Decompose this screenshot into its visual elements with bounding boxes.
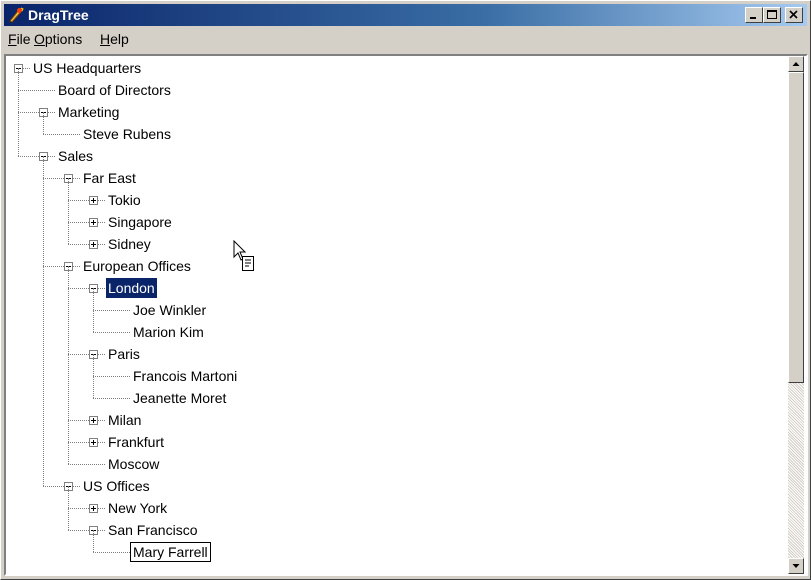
tree-node[interactable]: Sales: [56, 146, 95, 166]
expand-plus-icon[interactable]: [89, 504, 98, 513]
tree-guide-line: [68, 486, 69, 530]
maximize-button[interactable]: [763, 7, 781, 23]
tree-connector: [68, 420, 105, 421]
tree-guide-line: [93, 354, 94, 398]
tree-connector: [93, 398, 130, 399]
tree-node[interactable]: Joe Winkler: [131, 300, 208, 320]
tree-guide-line: [43, 112, 44, 134]
tree-guide-line: [68, 266, 69, 464]
tree-node[interactable]: Frankfurt: [106, 432, 166, 452]
drag-cursor-icon: [233, 240, 254, 271]
tree-connector: [68, 200, 105, 201]
expand-plus-icon[interactable]: [89, 438, 98, 447]
scroll-down-button[interactable]: [788, 558, 804, 574]
tree-node[interactable]: Milan: [106, 410, 143, 430]
expand-plus-icon[interactable]: [89, 196, 98, 205]
tree-connector: [68, 464, 105, 465]
tree-node[interactable]: Steve Rubens: [81, 124, 173, 144]
tree-connector: [93, 552, 130, 553]
title-bar[interactable]: DragTree: [4, 4, 807, 26]
tree-connector: [43, 134, 80, 135]
menu-file[interactable]: File: [8, 31, 31, 47]
tree-guide-line: [18, 68, 19, 156]
tree-guide-line: [43, 156, 44, 486]
app-icon: [8, 7, 24, 23]
scroll-up-button[interactable]: [788, 56, 804, 72]
tree-node[interactable]: Marion Kim: [131, 322, 206, 342]
tree-connector: [93, 310, 130, 311]
tree-connector: [68, 354, 105, 355]
tree-connector: [68, 244, 105, 245]
tree-node[interactable]: San Francisco: [106, 520, 199, 540]
tree-node[interactable]: Sidney: [106, 234, 153, 254]
minimize-button[interactable]: [745, 7, 763, 23]
tree-guide-line: [93, 288, 94, 332]
scroll-thumb[interactable]: [788, 72, 804, 383]
maximize-icon: [767, 10, 777, 19]
expand-plus-icon[interactable]: [89, 416, 98, 425]
tree-connector: [43, 266, 80, 267]
tree-content: US Headquarters Board of Directors Marketi…: [6, 56, 788, 574]
tree-connector: [68, 442, 105, 443]
expand-plus-icon[interactable]: [89, 218, 98, 227]
tree-node[interactable]: New York: [106, 498, 169, 518]
arrow-up-icon: [792, 62, 800, 66]
tree-node[interactable]: Singapore: [106, 212, 174, 232]
tree-node[interactable]: Francois Martoni: [131, 366, 239, 386]
close-button[interactable]: [785, 7, 803, 23]
tree-node[interactable]: Moscow: [106, 454, 161, 474]
minimize-icon: [750, 17, 756, 19]
menu-options[interactable]: Options: [34, 31, 82, 47]
tree-node[interactable]: Tokio: [106, 190, 143, 210]
tree-view[interactable]: US Headquarters Board of Directors Marketi…: [4, 54, 808, 576]
tree-guide-line: [93, 530, 94, 552]
tree-connector: [18, 112, 55, 113]
tree-connector: [68, 508, 105, 509]
tree-connector: [93, 332, 130, 333]
tree-node[interactable]: US Offices: [81, 476, 152, 496]
tree-node[interactable]: Far East: [81, 168, 138, 188]
vertical-scrollbar[interactable]: [788, 56, 804, 574]
tree-connector: [43, 486, 80, 487]
tree-node[interactable]: Marketing: [56, 102, 121, 122]
dragtree-window: DragTree File Options Help US Headquarte…: [0, 0, 811, 580]
tree-node[interactable]: Jeanette Moret: [131, 388, 228, 408]
tree-connector: [68, 530, 105, 531]
tree-connector: [18, 156, 55, 157]
tree-connector: [68, 288, 105, 289]
tree-connector: [68, 222, 105, 223]
tree-node[interactable]: US Headquarters: [31, 58, 143, 78]
expand-plus-icon[interactable]: [89, 240, 98, 249]
menu-bar: File Options Help: [4, 28, 807, 50]
tree-connector: [43, 178, 80, 179]
menu-help[interactable]: Help: [100, 31, 129, 47]
tree-guide-line: [68, 178, 69, 244]
window-title: DragTree: [28, 7, 89, 23]
tree-node[interactable]: Paris: [106, 344, 142, 364]
tree-node[interactable]: London: [106, 278, 157, 298]
tree-node[interactable]: European Offices: [81, 256, 193, 276]
tree-node[interactable]: Board of Directors: [56, 80, 173, 100]
arrow-down-icon: [792, 564, 800, 568]
close-icon: [789, 10, 798, 19]
tree-connector: [18, 90, 55, 91]
tree-node[interactable]: Mary Farrell: [130, 542, 211, 562]
tree-connector: [93, 376, 130, 377]
